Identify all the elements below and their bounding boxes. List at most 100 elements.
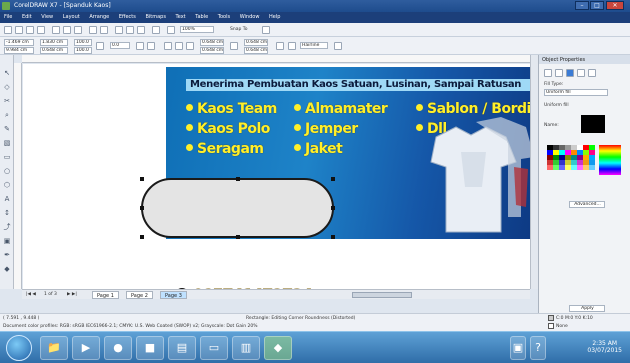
gradient-fill-icon[interactable] <box>577 69 585 77</box>
print-icon[interactable] <box>37 26 45 34</box>
explorer-taskbar-icon[interactable]: 📁 <box>40 336 68 360</box>
cut-icon[interactable] <box>52 26 60 34</box>
menu-window[interactable]: Window <box>236 12 264 22</box>
close-button[interactable]: ✕ <box>606 1 624 10</box>
eyedropper-icon[interactable]: ✒ <box>3 251 11 259</box>
object-width-field[interactable]: 1.830 cm <box>40 39 68 46</box>
menu-text[interactable]: Text <box>172 12 190 22</box>
corner-radius-right-top-field[interactable]: 0.648 cm <box>244 39 268 46</box>
fill-type-dropdown[interactable]: Uniform fill <box>544 89 608 96</box>
page-nav-first-icon[interactable]: |◀ ◀ <box>26 292 36 297</box>
start-button[interactable] <box>6 335 32 361</box>
new-document-icon[interactable] <box>4 26 12 34</box>
options-gear-icon[interactable] <box>262 26 270 34</box>
vertical-ruler[interactable] <box>14 63 22 289</box>
redo-icon[interactable] <box>100 26 108 34</box>
smart-fill-icon[interactable]: ▧ <box>3 139 11 147</box>
selection-handle[interactable] <box>236 235 240 239</box>
corner-radius-bottom-field[interactable]: 0.648 cm <box>200 47 224 54</box>
page-tab-3[interactable]: Page 3 <box>160 291 187 299</box>
menu-edit[interactable]: Edit <box>18 12 36 22</box>
open-icon[interactable] <box>15 26 23 34</box>
snap-to-dropdown[interactable]: Snap To <box>230 27 248 32</box>
fill-tab-icon[interactable] <box>544 69 552 77</box>
corner-scallop-icon[interactable] <box>175 42 183 50</box>
menu-view[interactable]: View <box>37 12 57 22</box>
monitor-taskbar-icon[interactable]: ▭ <box>200 336 228 360</box>
corner-radius-right-bottom-field[interactable]: 0.648 cm <box>244 47 268 54</box>
position-y-field[interactable]: 9.984 cm <box>4 47 34 54</box>
position-x-field[interactable]: -1.469 cm <box>4 39 34 46</box>
shape-tool-icon[interactable]: ◇ <box>3 83 11 91</box>
maximize-button[interactable]: □ <box>590 1 604 10</box>
selection-handle[interactable] <box>140 177 144 181</box>
network-tray-icon[interactable]: ▣ <box>510 336 526 360</box>
drawing-canvas[interactable]: Menerima Pembuatan Kaos Satuan, Lusinan,… <box>23 64 530 289</box>
export-icon[interactable] <box>137 26 145 34</box>
mirror-vertical-icon[interactable] <box>147 42 155 50</box>
crop-tool-icon[interactable]: ✂ <box>3 97 11 105</box>
full-screen-icon[interactable] <box>167 26 175 34</box>
object-height-field[interactable]: 0.648 cm <box>40 47 68 54</box>
import-icon[interactable] <box>126 26 134 34</box>
rectangle-tool-icon[interactable]: ▭ <box>3 153 11 161</box>
menu-effects[interactable]: Effects <box>115 12 140 22</box>
minimize-button[interactable]: – <box>575 1 589 10</box>
paste-icon[interactable] <box>74 26 82 34</box>
zoom-tool-icon[interactable]: ⌕ <box>3 111 11 119</box>
firefox-taskbar-icon[interactable]: ● <box>104 336 132 360</box>
page-tab-2[interactable]: Page 2 <box>126 291 153 299</box>
polygon-tool-icon[interactable]: ⬡ <box>3 181 11 189</box>
folder-taskbar-icon[interactable]: ▤ <box>168 336 196 360</box>
parallel-dimension-icon[interactable]: ↕ <box>3 209 11 217</box>
lock-ratio-icon[interactable] <box>96 42 104 50</box>
to-front-icon[interactable] <box>334 42 342 50</box>
page-tab-1[interactable]: Page 1 <box>92 291 119 299</box>
wrap-text-icon[interactable] <box>276 42 284 50</box>
corner-chamfer-icon[interactable] <box>186 42 194 50</box>
save-icon[interactable] <box>26 26 34 34</box>
connector-tool-icon[interactable]: ⤴ <box>3 223 11 231</box>
selection-handle[interactable] <box>331 177 335 181</box>
corner-round-icon[interactable] <box>164 42 172 50</box>
selection-handle[interactable] <box>331 206 335 210</box>
color-swatch-grid[interactable] <box>547 145 595 170</box>
fill-tool-icon[interactable]: ◆ <box>3 265 11 273</box>
document-taskbar-icon[interactable]: ▥ <box>232 336 260 360</box>
menu-file[interactable]: File <box>0 12 16 22</box>
menu-layout[interactable]: Layout <box>59 12 84 22</box>
media-player-taskbar-icon[interactable]: ▶ <box>72 336 100 360</box>
page-nav-last-icon[interactable]: ▶ ▶| <box>67 292 77 297</box>
freehand-tool-icon[interactable]: ✎ <box>3 125 11 133</box>
selection-handle[interactable] <box>331 235 335 239</box>
pdf-icon[interactable] <box>152 26 160 34</box>
menu-bitmaps[interactable]: Bitmaps <box>141 12 170 22</box>
copy-icon[interactable] <box>63 26 71 34</box>
system-clock[interactable]: 2:35 AM 03/07/2015 <box>587 340 622 354</box>
selection-handle[interactable] <box>140 206 144 210</box>
horizontal-scrollbar[interactable] <box>352 292 412 298</box>
horizontal-ruler[interactable] <box>22 55 530 63</box>
menu-table[interactable]: Table <box>191 12 212 22</box>
text-tool-icon[interactable]: A <box>3 195 11 203</box>
selection-handle[interactable] <box>140 235 144 239</box>
uniform-fill-icon[interactable] <box>566 69 574 77</box>
outline-width-icon[interactable] <box>288 42 296 50</box>
scale-height-field[interactable]: 100.0 <box>74 47 92 54</box>
ellipse-tool-icon[interactable]: ○ <box>3 167 11 175</box>
drop-shadow-icon[interactable]: ▣ <box>3 237 11 245</box>
pick-tool-icon[interactable]: ↖ <box>3 69 11 77</box>
help-tray-icon[interactable]: ? <box>530 336 546 360</box>
menu-tools[interactable]: Tools <box>214 12 234 22</box>
no-fill-icon[interactable] <box>555 69 563 77</box>
rounded-rectangle-shape[interactable] <box>140 177 335 239</box>
app-taskbar-icon[interactable]: ■ <box>136 336 164 360</box>
search-icon[interactable] <box>115 26 123 34</box>
selection-handle[interactable] <box>236 177 240 181</box>
advanced-button[interactable]: Advanced... <box>569 201 605 208</box>
corner-radius-top-field[interactable]: 0.648 cm <box>200 39 224 46</box>
outline-width-dropdown[interactable]: Hairline <box>300 42 328 49</box>
undo-icon[interactable] <box>89 26 97 34</box>
scale-width-field[interactable]: 100.0 <box>74 39 92 46</box>
docker-tab-strip[interactable] <box>530 55 538 289</box>
